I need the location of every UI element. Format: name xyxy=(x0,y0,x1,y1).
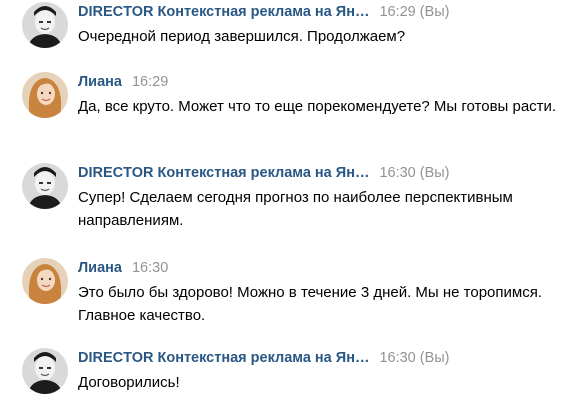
director-avatar[interactable] xyxy=(22,348,68,394)
author-name[interactable]: Лиана xyxy=(78,72,122,92)
message-header: DIRECTOR Контекстная реклама на Ян… 16:29… xyxy=(78,2,567,22)
liana-avatar[interactable] xyxy=(22,258,68,304)
author-name[interactable]: DIRECTOR Контекстная реклама на Ян… xyxy=(78,163,369,183)
message-content: DIRECTOR Контекстная реклама на Ян… 16:30… xyxy=(78,163,567,232)
self-marker: (Вы) xyxy=(419,350,450,366)
message-time[interactable]: 16:30 xyxy=(379,348,415,368)
message-text: Да, все круто. Может что то еще порекоме… xyxy=(78,98,557,115)
author-name[interactable]: DIRECTOR Контекстная реклама на Ян… xyxy=(78,2,369,22)
message-content: Лиана 16:30 Это было бы здорово! Можно в … xyxy=(78,258,567,327)
message-header: DIRECTOR Контекстная реклама на Ян… 16:30… xyxy=(78,163,567,183)
message-text: Супер! Сделаем сегодня прогноз по наибол… xyxy=(78,189,513,229)
author-name[interactable]: DIRECTOR Контекстная реклама на Ян… xyxy=(78,348,369,368)
message-text: Очередной период завершился. Продолжаем? xyxy=(78,28,406,45)
author-name[interactable]: Лиана xyxy=(78,258,122,278)
message-history: DIRECTOR Контекстная реклама на Ян… 16:29… xyxy=(0,0,574,404)
self-marker: (Вы) xyxy=(419,165,450,181)
message-header: Лиана 16:29 xyxy=(78,72,567,92)
liana-avatar-image xyxy=(22,72,68,118)
message-content: DIRECTOR Контекстная реклама на Ян… 16:29… xyxy=(78,2,567,48)
self-marker: (Вы) xyxy=(419,4,450,20)
message-time[interactable]: 16:30 xyxy=(132,258,168,278)
director-avatar[interactable] xyxy=(22,2,68,48)
liana-avatar[interactable] xyxy=(22,72,68,118)
message-header: Лиана 16:30 xyxy=(78,258,567,278)
message-time[interactable]: 16:29 xyxy=(132,72,168,92)
message-time[interactable]: 16:30 xyxy=(379,163,415,183)
message-text: Это было бы здорово! Можно в течение 3 д… xyxy=(78,284,542,324)
director-avatar-image xyxy=(22,348,68,394)
message-content: DIRECTOR Контекстная реклама на Ян… 16:30… xyxy=(78,348,567,394)
message-content: Лиана 16:29 Да, все круто. Может что то е… xyxy=(78,72,567,118)
message-header: DIRECTOR Контекстная реклама на Ян… 16:30… xyxy=(78,348,567,368)
director-avatar-image xyxy=(22,163,68,209)
message-text: Договорились! xyxy=(78,374,180,391)
director-avatar-image xyxy=(22,2,68,48)
liana-avatar-image xyxy=(22,258,68,304)
director-avatar[interactable] xyxy=(22,163,68,209)
message-time[interactable]: 16:29 xyxy=(379,2,415,22)
